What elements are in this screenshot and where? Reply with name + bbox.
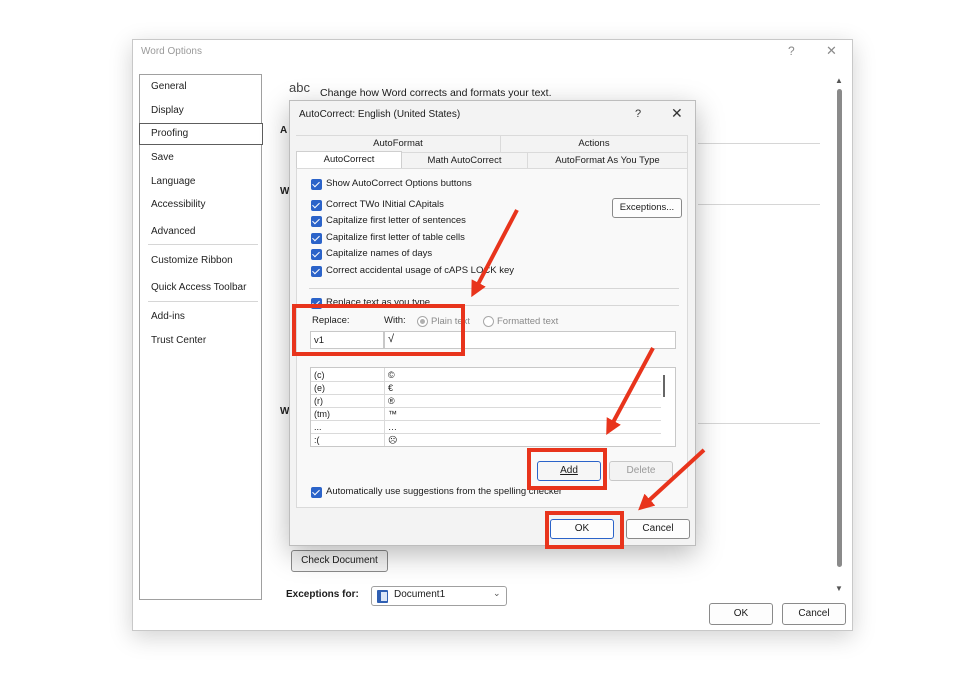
nav-item-proofing[interactable]: Proofing bbox=[139, 123, 263, 145]
exceptions-button[interactable]: Exceptions... bbox=[612, 198, 682, 218]
exceptions-for-label: Exceptions for: bbox=[286, 589, 359, 600]
entry-with: ™ bbox=[388, 409, 397, 419]
entry-replace: :( bbox=[314, 435, 320, 445]
document-select-value: Document1 bbox=[394, 589, 446, 600]
tab-autoformat-as-you-type[interactable]: AutoFormat As You Type bbox=[528, 152, 688, 169]
table-row[interactable]: (r) ® bbox=[311, 395, 661, 408]
option-checkbox[interactable] bbox=[311, 266, 322, 277]
nav-divider bbox=[148, 244, 258, 245]
options-scrollbar[interactable]: ▲ ▼ bbox=[835, 76, 845, 596]
entry-with: © bbox=[388, 370, 395, 380]
entry-replace: (r) bbox=[314, 396, 323, 406]
delete-button[interactable]: Delete bbox=[609, 461, 673, 481]
panel-divider bbox=[309, 288, 679, 289]
scroll-up-icon[interactable]: ▲ bbox=[835, 76, 843, 85]
options-ok-button[interactable]: OK bbox=[709, 603, 773, 625]
options-nav: General Display Proofing Save Language A… bbox=[139, 74, 263, 600]
entry-with: € bbox=[388, 383, 394, 393]
tab-autoformat[interactable]: AutoFormat bbox=[296, 135, 501, 152]
entry-replace: (c) bbox=[314, 370, 325, 380]
section-heading-fragment: A bbox=[280, 125, 288, 136]
nav-item-display[interactable]: Display bbox=[140, 101, 261, 123]
document-icon bbox=[377, 590, 388, 603]
autocorrect-entries-table[interactable]: (c) © (e) € (r) ® (tm) ™ ... … :( ☹ bbox=[310, 367, 676, 447]
entry-replace: (e) bbox=[314, 383, 325, 393]
autocorrect-cancel-button[interactable]: Cancel bbox=[626, 519, 690, 539]
option-label: Capitalize first letter of sentences bbox=[326, 215, 466, 226]
entry-with: ® bbox=[388, 396, 395, 406]
annotation-box-add bbox=[527, 448, 607, 490]
proofing-abc-icon: abc bbox=[289, 80, 310, 95]
nav-item-quick-access-toolbar[interactable]: Quick Access Toolbar bbox=[140, 278, 261, 300]
option-label: Correct TWo INitial CApitals bbox=[326, 199, 444, 210]
option-label: Correct accidental usage of cAPS LOCK ke… bbox=[326, 265, 514, 276]
window-title: Word Options bbox=[141, 46, 202, 57]
formatted-text-radio[interactable] bbox=[483, 316, 494, 327]
entry-with: ☹ bbox=[388, 435, 398, 445]
option-label: Capitalize first letter of table cells bbox=[326, 232, 465, 243]
section-divider bbox=[698, 143, 820, 144]
section-divider bbox=[698, 204, 820, 205]
option-checkbox[interactable] bbox=[311, 233, 322, 244]
table-row[interactable]: (c) © bbox=[311, 369, 661, 382]
options-cancel-button[interactable]: Cancel bbox=[782, 603, 846, 625]
exceptions-document-select[interactable]: Document1 ⌄ bbox=[371, 586, 507, 606]
close-button[interactable]: ✕ bbox=[826, 43, 837, 59]
nav-item-trust-center[interactable]: Trust Center bbox=[140, 331, 261, 353]
chevron-down-icon: ⌄ bbox=[493, 588, 501, 598]
table-row[interactable]: :( ☹ bbox=[311, 434, 661, 446]
option-checkbox[interactable] bbox=[311, 200, 322, 211]
formatted-text-label: Formatted text bbox=[497, 316, 559, 327]
autocorrect-help-button[interactable]: ? bbox=[635, 108, 641, 120]
table-scrollbar-thumb[interactable] bbox=[663, 375, 665, 397]
option-checkbox[interactable] bbox=[311, 216, 322, 227]
table-row[interactable]: ... … bbox=[311, 421, 661, 434]
nav-item-accessibility[interactable]: Accessibility bbox=[140, 195, 261, 217]
table-row[interactable]: (tm) ™ bbox=[311, 408, 661, 421]
proofing-description: Change how Word corrects and formats you… bbox=[320, 87, 552, 99]
option-checkbox[interactable] bbox=[311, 249, 322, 260]
annotation-box-replace-with bbox=[292, 304, 465, 356]
help-button[interactable]: ? bbox=[788, 44, 795, 58]
nav-item-general[interactable]: General bbox=[140, 77, 261, 99]
nav-item-save[interactable]: Save bbox=[140, 148, 261, 170]
tab-actions[interactable]: Actions bbox=[501, 135, 688, 152]
tab-math-autocorrect[interactable]: Math AutoCorrect bbox=[402, 152, 528, 169]
auto-suggest-checkbox[interactable] bbox=[311, 487, 322, 498]
nav-item-advanced[interactable]: Advanced bbox=[140, 222, 261, 244]
annotation-box-ok bbox=[545, 511, 624, 549]
autocorrect-title: AutoCorrect: English (United States) bbox=[299, 109, 461, 120]
nav-item-language[interactable]: Language bbox=[140, 172, 261, 194]
table-row[interactable]: (e) € bbox=[311, 382, 661, 395]
show-buttons-checkbox[interactable] bbox=[311, 179, 322, 190]
nav-item-add-ins[interactable]: Add-ins bbox=[140, 307, 261, 329]
show-buttons-label: Show AutoCorrect Options buttons bbox=[326, 178, 472, 189]
scrollbar-thumb[interactable] bbox=[837, 89, 842, 567]
section-divider bbox=[698, 423, 820, 424]
nav-item-customize-ribbon[interactable]: Customize Ribbon bbox=[140, 251, 261, 273]
check-document-button[interactable]: Check Document bbox=[291, 550, 388, 572]
nav-divider bbox=[148, 301, 258, 302]
autocorrect-close-button[interactable]: ✕ bbox=[671, 105, 683, 122]
entry-replace: (tm) bbox=[314, 409, 330, 419]
entry-replace: ... bbox=[314, 422, 322, 432]
scroll-down-icon[interactable]: ▼ bbox=[835, 584, 843, 593]
tab-autocorrect[interactable]: AutoCorrect bbox=[296, 151, 402, 169]
entry-with: … bbox=[388, 422, 397, 432]
option-label: Capitalize names of days bbox=[326, 248, 433, 259]
